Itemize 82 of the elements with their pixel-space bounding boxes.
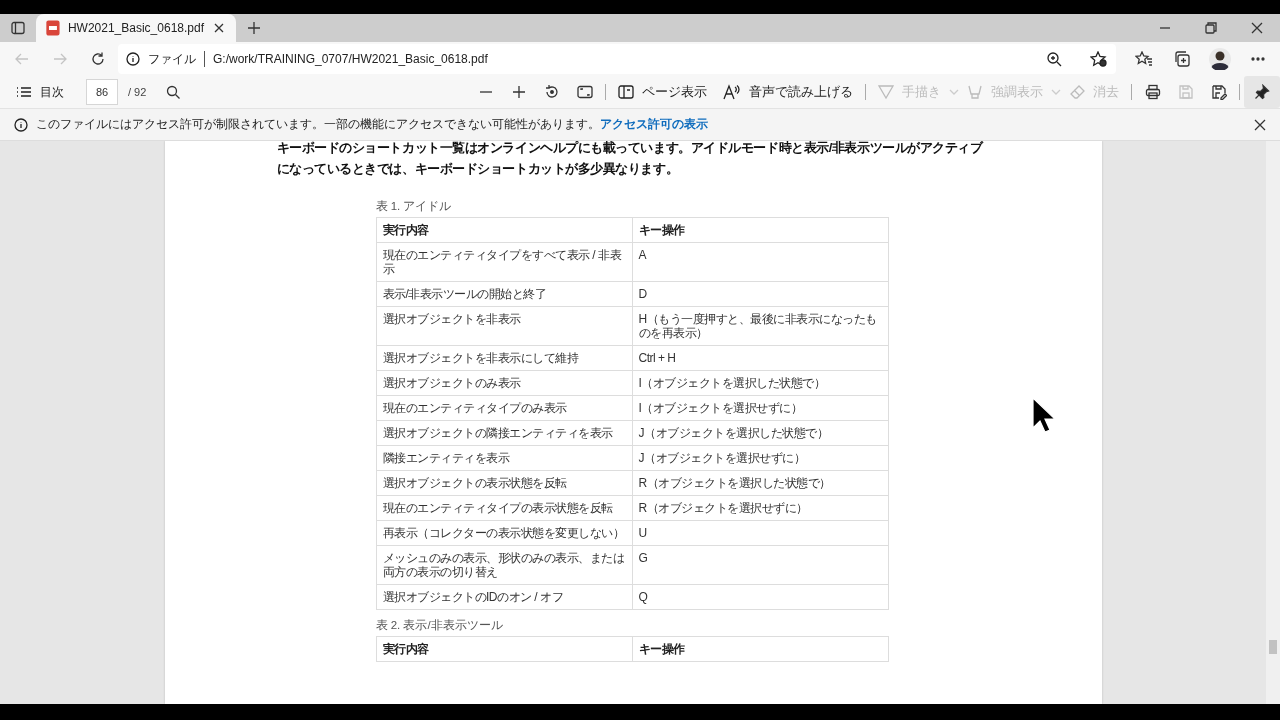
close-icon	[1251, 22, 1263, 34]
close-tab-icon[interactable]	[212, 21, 226, 35]
table-cell: 現在のエンティティタイプをすべて表示 / 非表示	[376, 242, 632, 282]
table-cell: 選択オブジェクトのIDのオン / オフ	[376, 584, 632, 610]
avatar-icon	[1209, 48, 1231, 70]
printer-icon	[1144, 84, 1161, 100]
chevron-down-icon	[949, 88, 959, 96]
table-cell: J（オブジェクトを選択した状態で）	[632, 420, 888, 446]
table-cell: R（オブジェクトを選択せずに）	[632, 495, 888, 521]
table-cell: G	[632, 545, 888, 585]
rotate-icon	[543, 84, 560, 100]
table-cell: D	[632, 281, 888, 307]
fit-page-icon	[576, 85, 593, 99]
info-icon	[126, 52, 140, 66]
table-cell: 選択オブジェクトを非表示にして維持	[376, 345, 632, 371]
table-cell: I（オブジェクトを選択した状態で）	[632, 370, 888, 396]
table-cell: 再表示（コレクターの表示状態を変更しない）	[376, 520, 632, 546]
pin-button[interactable]	[1244, 76, 1280, 108]
table-cell: 選択オブジェクトの隣接エンティティを表示	[376, 420, 632, 446]
address-field[interactable]: ファイル G:/work/TRAINING_0707/HW2021_Basic_0618.pdf	[118, 44, 1116, 74]
file-scheme-label: ファイル	[148, 50, 196, 68]
permissions-link[interactable]: アクセス許可の表示	[600, 117, 708, 131]
table-cell: 現在のエンティティタイプのみ表示	[376, 395, 632, 421]
table-cell: H（もう一度押すと、最後に非表示になったものを再表示）	[632, 306, 888, 346]
table-cell: R（オブジェクトを選択した状態で）	[632, 470, 888, 496]
refresh-icon	[90, 51, 106, 67]
scrollbar[interactable]	[1266, 141, 1280, 704]
erase-icon	[1069, 84, 1085, 100]
chevron-down-icon	[1051, 88, 1061, 96]
column-header: キー操作	[632, 636, 888, 662]
add-favorite-icon[interactable]	[1090, 51, 1108, 67]
column-header: 実行内容	[376, 636, 632, 662]
close-icon	[212, 21, 226, 35]
collections-icon	[1174, 51, 1190, 67]
url-text: G:/work/TRAINING_0707/HW2021_Basic_0618.pdf	[213, 52, 489, 66]
tab-title: HW2021_Basic_0618.pdf	[67, 21, 204, 35]
pin-icon	[1254, 84, 1270, 100]
view-icon	[618, 84, 634, 100]
pdf-file-icon	[46, 20, 60, 36]
browser-tab[interactable]: HW2021_Basic_0618.pdf	[36, 14, 236, 42]
table-cell: 選択オブジェクトの表示状態を反転	[376, 470, 632, 496]
favorites-icon	[1135, 51, 1153, 67]
search-icon	[165, 85, 180, 99]
table-cell: Q	[632, 584, 888, 610]
read-tool-button[interactable]: 音声で読み上げる	[715, 77, 861, 107]
scrollbar-thumb[interactable]	[1269, 640, 1277, 654]
draw-icon	[878, 84, 894, 100]
save-icon	[1177, 84, 1194, 100]
back-icon	[14, 51, 30, 67]
mouse-pointer-icon	[1032, 397, 1056, 433]
table-cell: J（オブジェクトを選択せずに）	[632, 445, 888, 471]
page-total: / 92	[128, 86, 147, 98]
list-icon	[16, 85, 32, 99]
table-cell: 表示/非表示ツールの開始と終了	[376, 281, 632, 307]
table-of-contents-button[interactable]: 目次	[0, 77, 72, 107]
zoom-icon[interactable]	[1046, 51, 1062, 67]
table-cell: 選択オブジェクトを非表示	[376, 306, 632, 346]
save-as-icon	[1210, 84, 1227, 100]
body-paragraph: キーボードのショートカット一覧はオンラインヘルプにも載っています。アイドルモード時と表示/非表示ツールがアクティブになっているときでは、キーボードショートカットが多少異なります。	[276, 141, 985, 178]
page-number-field[interactable]: 86	[86, 79, 118, 105]
table-cell: 選択オブジェクトのみ表示	[376, 370, 632, 396]
highlight-icon	[967, 84, 983, 100]
plus-icon	[511, 85, 526, 99]
restore-icon	[1205, 22, 1217, 34]
table-cell: A	[632, 242, 888, 282]
read-aloud-icon	[723, 84, 741, 100]
info-icon	[14, 117, 28, 132]
table-cell: U	[632, 520, 888, 546]
view-tool-button[interactable]: ページ表示	[610, 77, 715, 107]
plus-icon	[247, 21, 261, 35]
table-caption: 表 2. 表示/非表示ツール	[375, 618, 504, 633]
table-caption: 表 1. アイドル	[375, 199, 453, 214]
table-cell: Ctrl + H	[632, 345, 888, 371]
table-cell: I（オブジェクトを選択せずに）	[632, 395, 888, 421]
column-header: キー操作	[632, 217, 888, 243]
forward-icon	[52, 51, 68, 67]
close-icon	[1253, 117, 1267, 132]
info-message: このファイルにはアクセス許可が制限されています。一部の機能にアクセスできない可能性があります。アクセス許可の表示	[36, 116, 709, 133]
column-header: 実行内容	[376, 217, 632, 243]
table-cell: 隣接エンティティを表示	[376, 445, 632, 471]
table-cell: 現在のエンティティタイプの表示状態を反転	[376, 495, 632, 521]
table-cell: メッシュのみの表示、形状のみの表示、または両方の表示の切り替え	[376, 545, 632, 585]
